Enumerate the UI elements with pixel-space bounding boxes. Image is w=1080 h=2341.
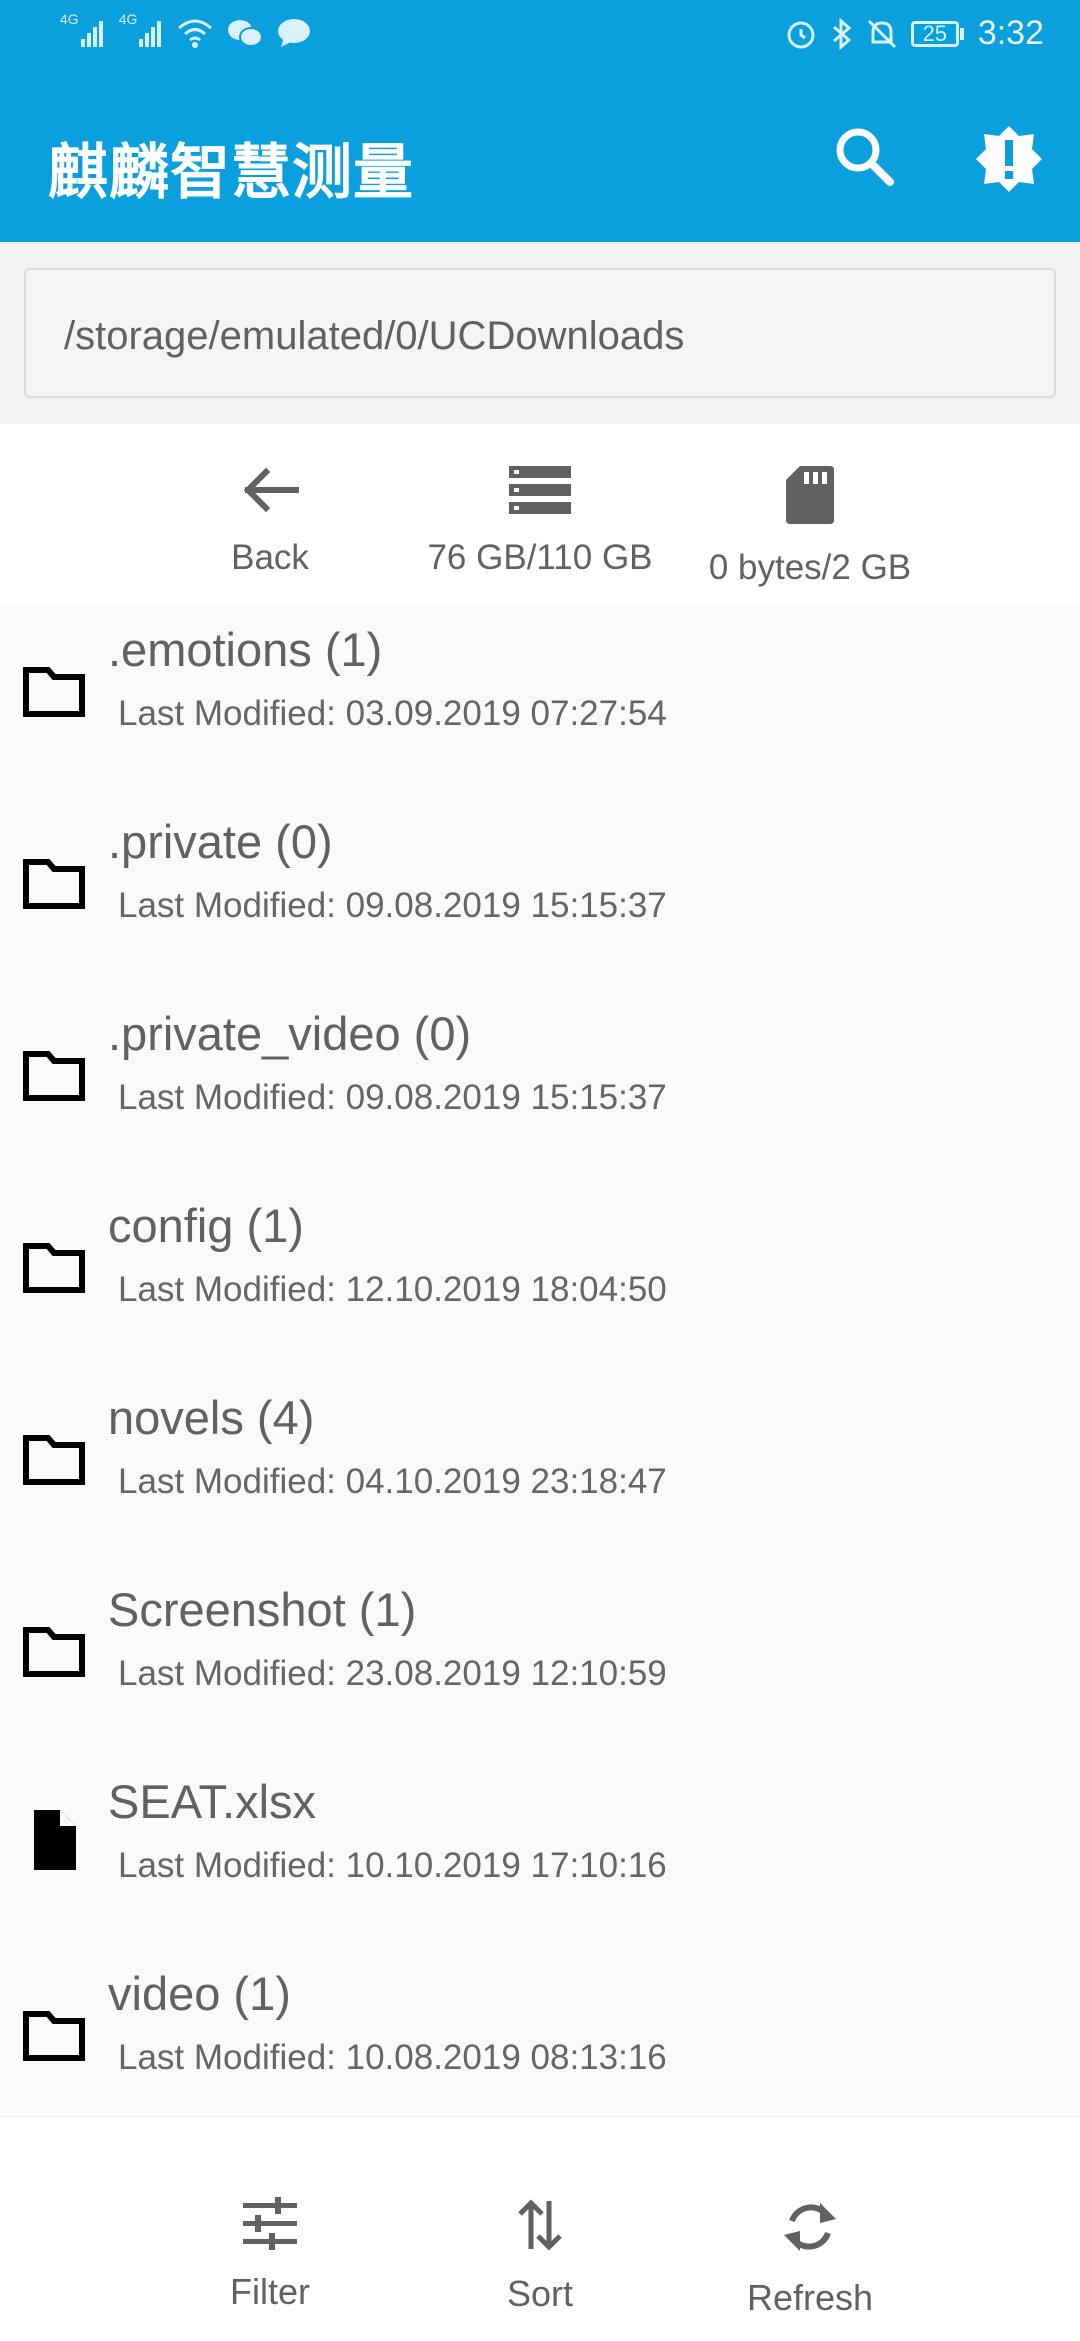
cell-signal-2-icon: 4G [119,11,164,47]
list-item[interactable]: novels (4) Last Modified: 04.10.2019 23:… [0,1372,1080,1564]
folder-icon [23,667,85,717]
sort-icon [518,2199,562,2251]
path-text: /storage/emulated/0/UCDownloads [64,314,685,358]
file-modified: Last Modified: 09.08.2019 15:15:37 [118,886,667,925]
list-item[interactable]: config (1) Last Modified: 12.10.2019 18:… [0,1180,1080,1372]
path-field[interactable]: /storage/emulated/0/UCDownloads [24,268,1056,398]
file-list: .emotions (1) Last Modified: 03.09.2019 … [0,604,1080,2116]
list-item[interactable]: SEAT.xlsx Last Modified: 10.10.2019 17:1… [0,1756,1080,1948]
status-bar: 4G 4G 25 3:32 [0,0,1080,72]
internal-storage-button[interactable]: 76 GB/110 GB [420,464,660,578]
file-modified: Last Modified: 09.08.2019 15:15:37 [118,1078,667,1117]
mute-icon [867,19,896,48]
file-modified: Last Modified: 04.10.2019 23:18:47 [118,1462,667,1501]
alert-badge-icon[interactable] [974,124,1044,194]
back-arrow-icon [243,467,299,513]
storage-icon [509,466,571,514]
search-icon[interactable] [832,124,896,188]
file-name: .private (0) [108,815,333,868]
file-name: SEAT.xlsx [108,1775,317,1828]
file-icon [34,1810,76,1870]
battery-icon: 25 [910,20,964,47]
file-modified: Last Modified: 10.10.2019 17:10:16 [118,1846,667,1885]
battery-level: 25 [922,20,948,46]
refresh-label: Refresh [746,2277,874,2318]
sort-label: Sort [506,2273,574,2314]
file-name: .private_video (0) [108,1007,472,1060]
wifi-icon [178,19,213,48]
sd-card-button[interactable]: 0 bytes/2 GB [690,464,930,588]
file-name: Screenshot (1) [108,1583,417,1636]
refresh-button[interactable]: Refresh [690,2197,930,2319]
file-modified: Last Modified: 10.08.2019 08:13:16 [118,2038,667,2077]
filter-button[interactable]: Filter [150,2197,390,2313]
file-name: .emotions (1) [108,623,383,676]
list-item[interactable]: video (1) Last Modified: 10.08.2019 08:1… [0,1948,1080,2116]
network-type-2: 4G [118,11,138,27]
network-type-1: 4G [60,11,79,27]
back-button[interactable]: Back [150,464,390,578]
folder-icon [23,1051,85,1101]
folder-icon [23,859,85,909]
alarm-icon [787,21,815,48]
internal-storage-label: 76 GB/110 GB [427,538,653,577]
sort-button[interactable]: Sort [420,2197,660,2315]
bluetooth-icon [832,17,852,50]
file-modified: Last Modified: 12.10.2019 18:04:50 [118,1270,667,1309]
file-name: config (1) [108,1199,304,1252]
path-bar: /storage/emulated/0/UCDownloads [0,242,1080,424]
filter-label: Filter [230,2271,310,2312]
folder-icon [23,1627,85,1677]
cell-signal-1-icon: 4G [60,11,105,47]
list-item[interactable]: .private_video (0) Last Modified: 09.08.… [0,988,1080,1180]
app-title: 麒麟智慧测量 [48,139,414,206]
bottom-toolbar: Filter Sort Refresh [0,2116,1080,2341]
filter-icon [243,2197,297,2250]
list-item[interactable]: .emotions (1) Last Modified: 03.09.2019 … [0,604,1080,796]
message-icon [278,19,311,47]
app-bar: 4G 4G 25 3:32 麒麟智慧测量 [0,0,1080,242]
list-item[interactable]: .private (0) Last Modified: 09.08.2019 1… [0,796,1080,988]
storage-toolbar: Back 76 GB/110 GB 0 bytes/2 GB [0,424,1080,604]
list-item[interactable]: Screenshot (1) Last Modified: 23.08.2019… [0,1564,1080,1756]
refresh-icon [784,2203,836,2251]
back-label: Back [231,538,309,577]
file-name: video (1) [108,1967,291,2020]
file-modified: Last Modified: 03.09.2019 07:27:54 [118,694,667,733]
sd-card-label: 0 bytes/2 GB [708,548,912,587]
folder-icon [23,1435,85,1485]
file-name: novels (4) [108,1391,315,1444]
folder-icon [23,2011,85,2061]
clock: 3:32 [977,14,1044,52]
file-modified: Last Modified: 23.08.2019 12:10:59 [118,1654,667,1693]
wechat-icon [228,20,264,47]
folder-icon [23,1243,85,1293]
sd-card-icon [786,466,834,524]
